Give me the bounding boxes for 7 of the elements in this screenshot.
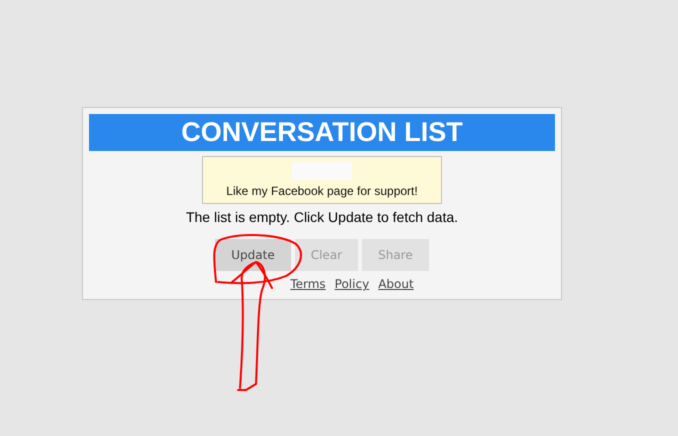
footer-link[interactable]: Policy <box>334 277 370 291</box>
footer-link[interactable]: About <box>378 277 414 291</box>
footer-link[interactable]: Terms <box>290 277 326 291</box>
action-button[interactable]: Update <box>215 239 291 271</box>
status-message: The list is empty. Click Update to fetch data. <box>186 209 458 225</box>
header-title: CONVERSATION LIST <box>89 114 555 151</box>
notice-text: Like my Facebook page for support! <box>226 184 418 198</box>
